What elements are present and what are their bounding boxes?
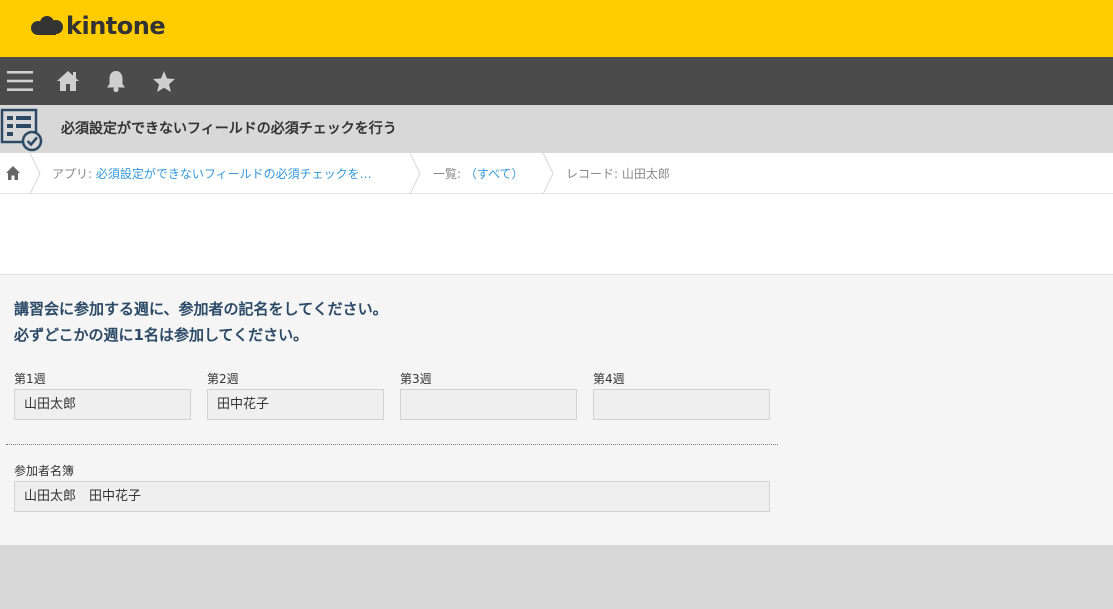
field-week-1: 第1週 山田太郎 [14,369,191,420]
favorites-button[interactable] [144,57,184,105]
breadcrumb-separator [542,153,554,194]
breadcrumb-separator [29,153,41,194]
top-header: kintone [0,0,1113,57]
breadcrumb-list-prefix: 一覧: [433,167,462,181]
bell-icon [107,71,125,93]
app-form-check-icon [0,108,43,152]
instruction-line-1: 講習会に参加する週に、参加者の記名をしてください。 [14,300,388,318]
week-4-input[interactable] [593,389,770,420]
field-label: 第4週 [593,372,625,386]
kintone-logo[interactable]: kintone [30,11,166,41]
home-icon [57,71,79,91]
breadcrumb-list-link[interactable]: （すべて） [465,167,524,181]
field-label: 第3週 [400,372,432,386]
week-2-input[interactable]: 田中花子 [207,389,384,420]
breadcrumb-home-icon[interactable] [5,165,21,181]
week-3-input[interactable] [400,389,577,420]
cloud-logo-icon [31,16,63,35]
toolbar-space [0,194,1113,274]
field-week-2: 第2週 田中花子 [207,369,384,420]
field-label: 第1週 [14,372,46,386]
app-title-bar: 必須設定ができないフィールドの必須チェックを行う [0,105,1113,153]
menu-icon [7,71,33,91]
field-roster: 参加者名簿 山田太郎 田中花子 [14,461,770,512]
breadcrumb-app-link[interactable]: 必須設定ができないフィールドの必須チェックを… [96,167,372,181]
breadcrumb-app-prefix: アプリ: [52,167,93,181]
star-icon [153,70,175,92]
app-title: 必須設定ができないフィールドの必須チェックを行う [61,121,397,137]
notification-button[interactable] [96,57,136,105]
field-week-3: 第3週 [400,369,577,420]
breadcrumb-record: レコード: 山田太郎 [566,167,670,181]
menu-button[interactable] [0,57,40,105]
home-button[interactable] [48,57,88,105]
form-divider [6,444,778,445]
breadcrumb: アプリ: 必須設定ができないフィールドの必須チェックを… 一覧: （すべて） レ… [0,153,1113,194]
roster-input[interactable]: 山田太郎 田中花子 [14,481,770,512]
breadcrumb-app: アプリ: 必須設定ができないフィールドの必須チェックを… [52,165,372,182]
instruction-line-2: 必ずどこかの週に1名は参加してください。 [14,326,309,344]
field-label: 第2週 [207,372,239,386]
record-form: 講習会に参加する週に、参加者の記名をしてください。 必ずどこかの週に1名は参加し… [0,274,1113,545]
logo-text: kintone [66,12,166,40]
form-instructions: 講習会に参加する週に、参加者の記名をしてください。 必ずどこかの週に1名は参加し… [14,296,388,348]
field-label: 参加者名簿 [14,464,75,478]
field-week-4: 第4週 [593,369,770,420]
breadcrumb-list: 一覧: （すべて） [433,165,524,182]
week-1-input[interactable]: 山田太郎 [14,389,191,420]
global-navbar [0,57,1113,105]
breadcrumb-separator [409,153,421,194]
